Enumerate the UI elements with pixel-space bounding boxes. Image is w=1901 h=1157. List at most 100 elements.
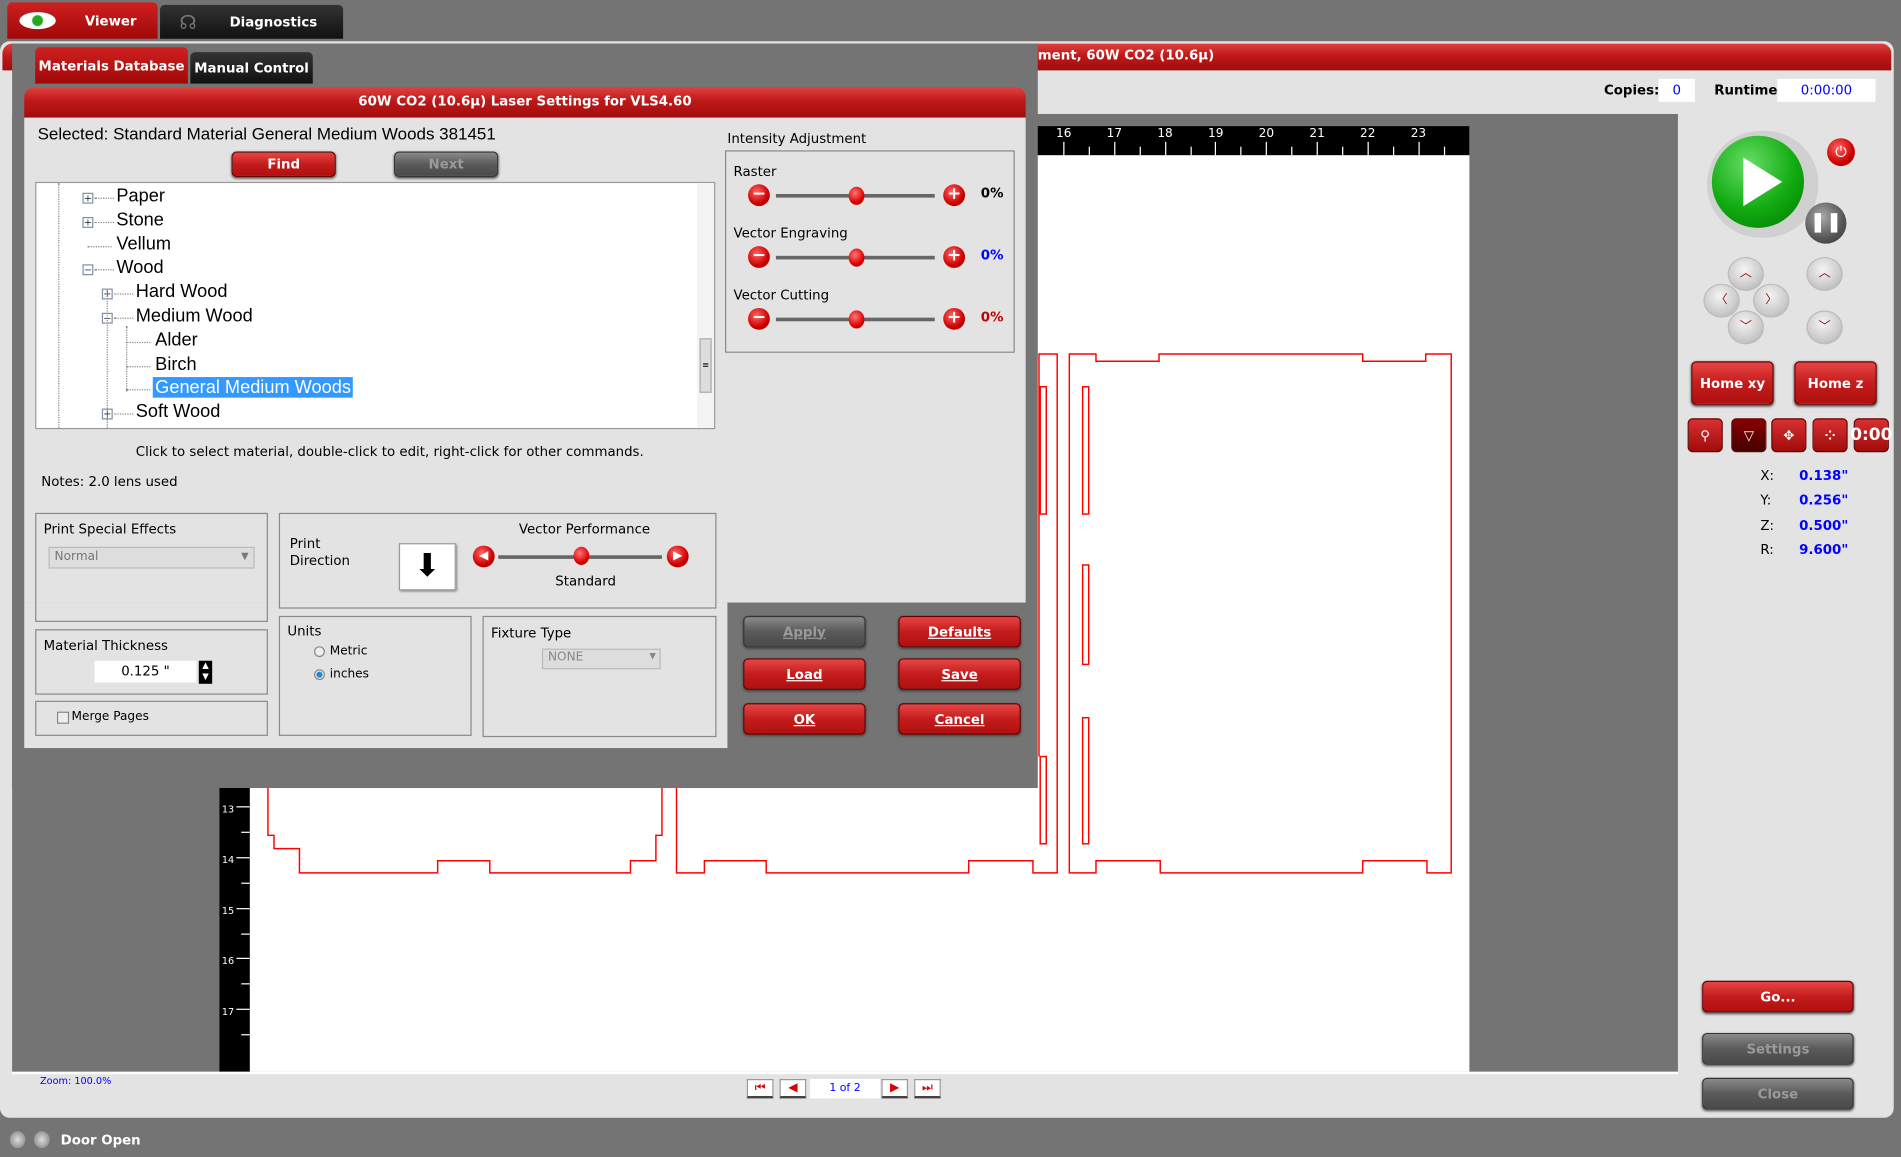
- power-icon: ⏻: [1835, 143, 1847, 161]
- pause-button[interactable]: ❚❚: [1805, 202, 1847, 244]
- performance-slider-knob[interactable]: [572, 546, 589, 565]
- play-button[interactable]: [1711, 135, 1805, 228]
- intensity-row-label: Raster: [733, 163, 777, 180]
- slot: [1081, 386, 1090, 515]
- tree-item[interactable]: Soft Wood: [136, 402, 221, 423]
- minus-icon[interactable]: −: [748, 307, 770, 330]
- save-button[interactable]: Save: [898, 658, 1021, 690]
- first-page-button[interactable]: ⏮: [746, 1079, 774, 1099]
- tree-item[interactable]: Birch: [155, 354, 196, 375]
- intensity-slider-knob[interactable]: [848, 248, 864, 267]
- print-direction-button[interactable]: ⬇: [398, 543, 456, 591]
- thickness-stepper[interactable]: ▲ ▼: [198, 660, 213, 684]
- plus-icon[interactable]: +: [943, 246, 966, 268]
- metric-radio[interactable]: [314, 646, 325, 658]
- arrow-down-icon: ⬇: [414, 547, 441, 585]
- minus-icon[interactable]: −: [748, 184, 770, 207]
- prev-page-button[interactable]: ◀: [779, 1079, 807, 1099]
- next-page-button[interactable]: ▶: [881, 1079, 909, 1099]
- thickness-input[interactable]: 0.125 ": [94, 660, 197, 683]
- ruler-tick: [236, 806, 250, 808]
- z-down-button[interactable]: ﹀: [1806, 310, 1843, 345]
- load-button[interactable]: Load: [743, 658, 866, 690]
- page-indicator: 1 of 2: [809, 1079, 881, 1099]
- tree-connector: [94, 269, 114, 271]
- performance-decrease-button[interactable]: ◀: [472, 545, 495, 568]
- play-icon: [1743, 157, 1783, 207]
- inches-label: inches: [329, 668, 369, 682]
- tree-item[interactable]: Vellum: [116, 233, 171, 254]
- intensity-slider-knob[interactable]: [848, 186, 864, 205]
- tree-item[interactable]: Medium Wood: [136, 306, 253, 327]
- plus-icon[interactable]: +: [943, 307, 966, 330]
- runtime-value: 0:00:00: [1777, 78, 1876, 102]
- print-direction-label: Print: [289, 535, 321, 552]
- pointer-icon[interactable]: ⁘: [1812, 418, 1848, 453]
- tab-viewer[interactable]: Viewer: [7, 2, 158, 39]
- fixture-type-label: Fixture Type: [491, 625, 572, 642]
- copies-label: Copies:: [1603, 82, 1660, 99]
- status-light-icon: [9, 1131, 26, 1149]
- power-button[interactable]: ⏻: [1827, 138, 1855, 167]
- tree-connector: [87, 245, 112, 247]
- home-xy-button[interactable]: Home xy: [1691, 361, 1774, 405]
- fixture-type-select[interactable]: NONE ▼: [541, 648, 661, 670]
- defaults-button[interactable]: Defaults: [898, 615, 1021, 648]
- units-label: Units: [287, 623, 322, 639]
- focus-icon[interactable]: ▽: [1731, 418, 1767, 453]
- z-up-button[interactable]: ︿: [1806, 257, 1843, 291]
- tree-item[interactable]: Alder: [155, 330, 197, 351]
- tree-connector: [94, 197, 114, 199]
- jog-down-button[interactable]: ﹀: [1727, 310, 1764, 345]
- find-button[interactable]: Find: [231, 151, 336, 178]
- copies-input[interactable]: 0: [1658, 78, 1695, 102]
- zoom-level: Zoom: 100.0%: [40, 1075, 112, 1087]
- expand-icon[interactable]: +: [82, 216, 94, 228]
- metric-label: Metric: [329, 644, 368, 659]
- tree-item[interactable]: Hard Wood: [136, 281, 228, 302]
- minus-icon[interactable]: −: [748, 246, 770, 268]
- home-z-button[interactable]: Home z: [1794, 361, 1877, 405]
- main-title: ment, 60W CO2 (10.6µ): [1037, 47, 1215, 64]
- tab-materials-database[interactable]: Materials Database: [35, 47, 188, 84]
- timer-icon[interactable]: 0:00: [1850, 418, 1892, 453]
- ruler-tick: [241, 983, 250, 985]
- inches-radio[interactable]: [314, 669, 325, 681]
- intensity-row-label: Vector Cutting: [733, 287, 830, 304]
- stethoscope-icon: ☊: [179, 10, 197, 34]
- move-arrows-icon[interactable]: ✥: [1771, 418, 1807, 453]
- jog-up-button[interactable]: ︿: [1727, 257, 1764, 291]
- tab-diagnostics[interactable]: ☊ Diagnostics: [160, 4, 344, 39]
- expand-icon[interactable]: +: [82, 192, 94, 204]
- apply-button[interactable]: Apply: [743, 615, 866, 648]
- eye-icon: [19, 12, 56, 30]
- collapse-icon[interactable]: −: [82, 264, 94, 276]
- ruler-tick: [236, 1008, 250, 1011]
- slot: [1081, 716, 1090, 845]
- settings-button[interactable]: Settings: [1702, 1032, 1854, 1065]
- tree-scrollbar[interactable]: ≡: [697, 183, 715, 428]
- performance-increase-button[interactable]: ▶: [666, 545, 689, 568]
- tree-connector: [126, 365, 151, 367]
- print-effects-select[interactable]: Normal ▼: [48, 546, 255, 569]
- tree-item[interactable]: Paper: [116, 185, 165, 206]
- cancel-button[interactable]: Cancel: [898, 703, 1021, 735]
- close-button[interactable]: Close: [1702, 1077, 1854, 1110]
- tree-connector: [94, 221, 114, 223]
- plus-icon[interactable]: +: [943, 184, 966, 207]
- go-button[interactable]: Go...: [1702, 980, 1854, 1013]
- ok-button[interactable]: OK: [743, 703, 866, 735]
- last-page-button[interactable]: ⏭: [914, 1079, 941, 1099]
- tree-connector: [126, 389, 151, 391]
- tree-item[interactable]: Wood: [116, 257, 163, 278]
- merge-pages-checkbox[interactable]: [56, 711, 70, 724]
- magnify-icon[interactable]: ⚲: [1687, 418, 1723, 453]
- scrollbar-thumb[interactable]: ≡: [699, 338, 712, 393]
- tree-item[interactable]: Stone: [116, 209, 164, 230]
- tab-manual-control[interactable]: Manual Control: [190, 52, 313, 84]
- tree-item[interactable]: General Medium Woods: [152, 377, 354, 399]
- intensity-slider-knob[interactable]: [848, 310, 864, 329]
- next-button[interactable]: Next: [394, 151, 499, 178]
- jog-right-button[interactable]: 〉: [1753, 283, 1790, 318]
- material-tree[interactable]: ≡ + Paper + Stone Vellum − Wood + Hard Wood − Medi…: [35, 181, 716, 430]
